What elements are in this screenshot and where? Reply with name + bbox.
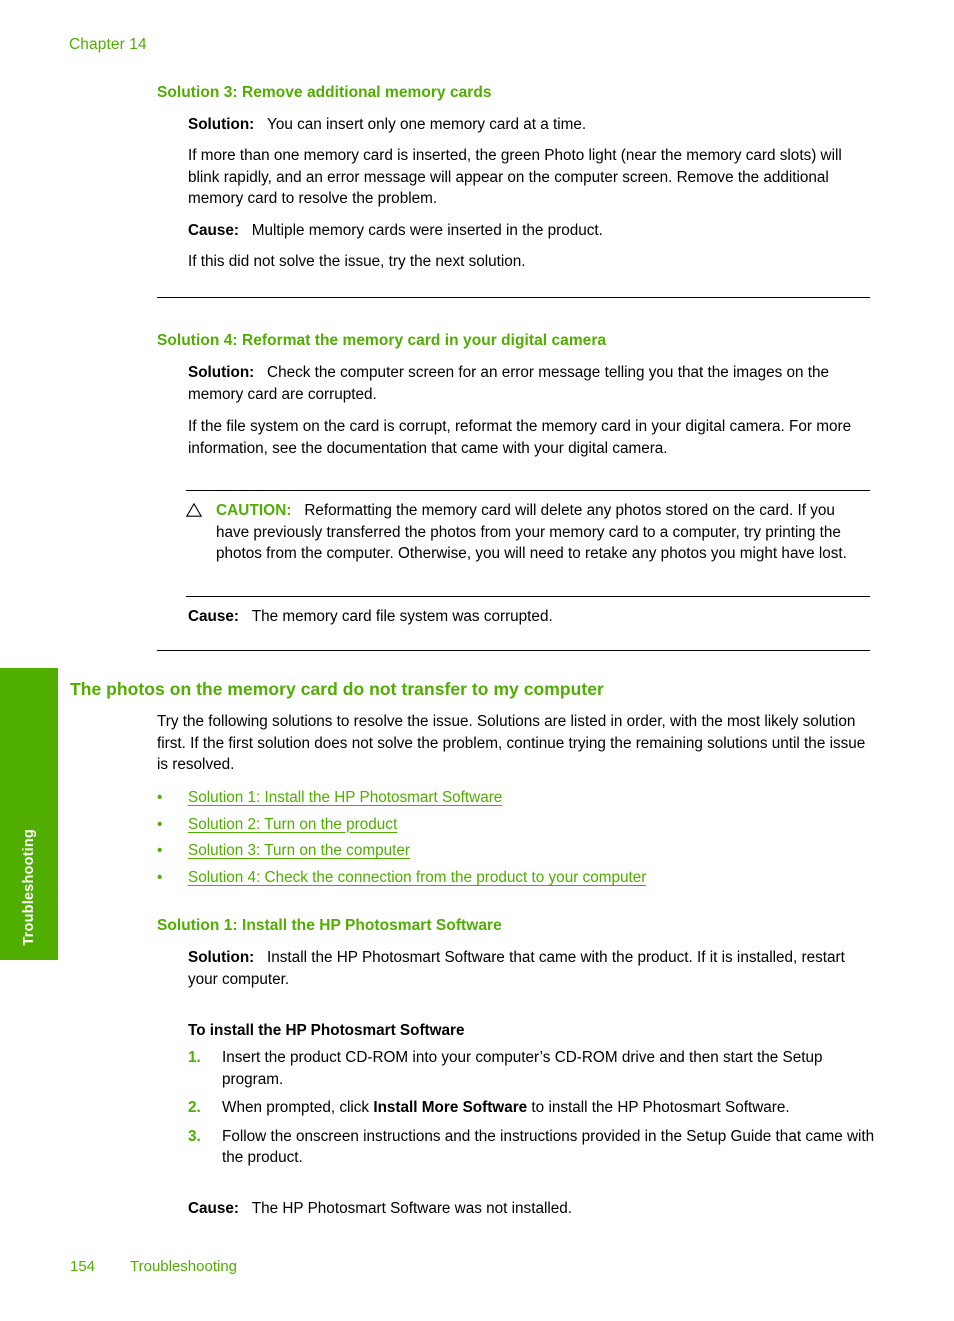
document-page: Chapter 14 Troubleshooting Solution 3: R…: [0, 0, 954, 1321]
section-divider-1: [157, 297, 870, 298]
bullet-icon: •: [157, 789, 163, 806]
section-divider-2: [157, 650, 870, 651]
cause-label: Cause:: [188, 222, 240, 239]
step-number: 3.: [188, 1127, 201, 1145]
cause-text: The memory card file system was corrupte…: [251, 608, 553, 625]
thumb-tab-label: Troubleshooting: [21, 829, 37, 946]
step-text: Follow the onscreen instructions and the…: [222, 1127, 875, 1167]
list-item[interactable]: • Solution 3: Turn on the computer: [157, 840, 877, 867]
solution-text: Check the computer screen for an error m…: [188, 364, 830, 403]
list-item[interactable]: • Solution 4: Check the connection from …: [157, 867, 877, 894]
bullet-icon: •: [157, 868, 163, 886]
heading-solution-3: Solution 3: Remove additional memory car…: [157, 84, 492, 101]
chapter-header: Chapter 14: [69, 36, 147, 53]
link-solution-4[interactable]: Solution 4: Check the connection from th…: [188, 867, 646, 888]
caution-block: CAUTION: Reformatting the memory card wi…: [186, 500, 870, 565]
heading-solution-4: Solution 4: Reformat the memory card in …: [157, 332, 607, 349]
solution-text: Install the HP Photosmart Software that …: [188, 949, 845, 988]
caution-body: CAUTION: Reformatting the memory card wi…: [186, 500, 870, 565]
solution-3-solution-paragraph: Solution: You can insert only one memory…: [188, 114, 870, 136]
solution-4-detail-paragraph: If the file system on the card is corrup…: [188, 418, 852, 457]
step-number: 1.: [188, 1049, 201, 1066]
footer-page-number: 154: [70, 1258, 96, 1275]
step-text-before: When prompted, click: [222, 1099, 374, 1116]
list-item: 2. When prompted, click Install More Sof…: [188, 1097, 878, 1119]
heading-solution-1: Solution 1: Install the HP Photosmart So…: [157, 917, 502, 934]
solution-3-cause-paragraph: Cause: Multiple memory cards were insert…: [188, 220, 870, 242]
solution-3-next-paragraph: If this did not solve the issue, try the…: [188, 253, 526, 270]
solution-3-detail-paragraph: If more than one memory card is inserted…: [188, 147, 842, 207]
list-item: 3. Follow the onscreen instructions and …: [188, 1126, 878, 1169]
list-item[interactable]: • Solution 1: Install the HP Photosmart …: [157, 787, 877, 814]
caution-text: Reformatting the memory card will delete…: [216, 502, 847, 562]
solution-4-solution-paragraph: Solution: Check the computer screen for …: [188, 362, 870, 405]
cause-label: Cause:: [188, 1200, 240, 1217]
link-solution-2[interactable]: Solution 2: Turn on the product: [188, 814, 397, 835]
solution-text: You can insert only one memory card at a…: [267, 116, 587, 133]
bullet-icon: •: [157, 842, 163, 860]
transfer-intro-paragraph: Try the following solutions to resolve t…: [157, 713, 866, 773]
step-number: 2.: [188, 1099, 201, 1116]
caution-label: CAUTION:: [216, 502, 292, 519]
step-emphasis: Install More Software: [373, 1099, 528, 1116]
step-text: Insert the product CD-ROM into your comp…: [222, 1049, 823, 1088]
section-thumb-tab: Troubleshooting: [0, 668, 58, 960]
solution-label: Solution:: [188, 364, 255, 381]
link-solution-1[interactable]: Solution 1: Install the HP Photosmart So…: [188, 787, 502, 808]
cause-label: Cause:: [188, 608, 240, 625]
solution-4-cause-paragraph: Cause: The memory card file system was c…: [188, 606, 870, 628]
footer-section-label: Troubleshooting: [130, 1258, 238, 1275]
solution-1-solution-paragraph: Solution: Install the HP Photosmart Soft…: [188, 947, 870, 990]
caution-bottom-rule: [186, 596, 870, 597]
warning-triangle-icon: [186, 503, 202, 517]
link-solution-3[interactable]: Solution 3: Turn on the computer: [188, 840, 410, 861]
procedure-title: To install the HP Photosmart Software: [188, 1022, 465, 1039]
solution-1-cause-paragraph: Cause: The HP Photosmart Software was no…: [188, 1198, 870, 1220]
bullet-icon: •: [157, 815, 163, 833]
solution-link-list: • Solution 1: Install the HP Photosmart …: [157, 787, 877, 893]
solution-label: Solution:: [188, 949, 255, 966]
caution-top-rule: [186, 490, 870, 491]
list-item: 1. Insert the product CD-ROM into your c…: [188, 1047, 878, 1090]
cause-text: The HP Photosmart Software was not insta…: [251, 1200, 573, 1217]
cause-text: Multiple memory cards were inserted in t…: [251, 222, 603, 239]
procedure-step-list: 1. Insert the product CD-ROM into your c…: [188, 1047, 878, 1176]
heading-transfer-section: The photos on the memory card do not tra…: [70, 679, 604, 699]
step-text-after: to install the HP Photosmart Software.: [527, 1099, 790, 1116]
solution-label: Solution:: [188, 116, 255, 133]
list-item[interactable]: • Solution 2: Turn on the product: [157, 814, 877, 841]
